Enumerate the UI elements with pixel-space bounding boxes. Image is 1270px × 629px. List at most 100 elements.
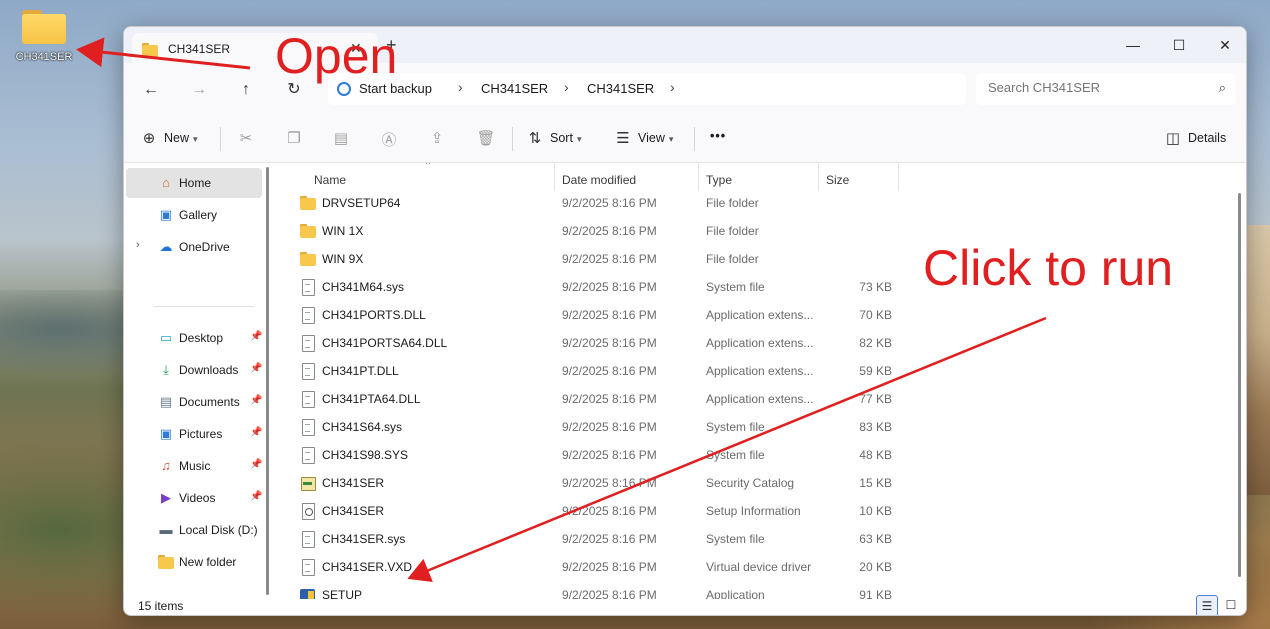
sidebar-item-label: New folder [179, 555, 237, 569]
file-row[interactable]: SETUP 9/2/2025 8:16 PM Application 91 KB [278, 581, 1238, 599]
tiles-view-icon[interactable]: ☐ [1220, 595, 1242, 615]
sidebar-divider [154, 306, 254, 307]
details-view-icon[interactable]: ☰ [1196, 595, 1218, 615]
address-bar[interactable]: Start backup › CH341SER › CH341SER › [328, 73, 966, 105]
pin-icon: 📌 [250, 363, 263, 374]
sidebar-item-label: Videos [179, 491, 216, 505]
sidebar-scrollbar[interactable] [264, 163, 272, 599]
breadcrumb-ch341ser-1[interactable]: CH341SER [481, 81, 548, 96]
file-row[interactable]: CH341SER 9/2/2025 8:16 PM Setup Informatio… [278, 497, 1238, 525]
toolbar-divider [220, 127, 221, 151]
sidebar-item-videos[interactable]: ▶ Videos 📌 [126, 483, 262, 513]
delete-icon[interactable]: 🗑 [476, 129, 496, 147]
sidebar-item-music[interactable]: ♫ Music 📌 [126, 451, 262, 481]
sort-button[interactable]: ⇅ Sort ▾ [526, 129, 582, 147]
folder-icon [22, 10, 66, 44]
sidebar-item-onedrive[interactable]: › ☁ OneDrive [126, 232, 262, 262]
file-row[interactable]: CH341PT.DLL 9/2/2025 8:16 PM Application e… [278, 357, 1238, 385]
sidebar-item-new-folder[interactable]: New folder [126, 547, 262, 577]
column-header-type[interactable]: Type [706, 173, 732, 187]
column-header-name[interactable]: Name [314, 173, 346, 187]
file-row[interactable]: CH341SER 9/2/2025 8:16 PM Security Catalog… [278, 469, 1238, 497]
file-row[interactable]: CH341SER.sys 9/2/2025 8:16 PM System file 6… [278, 525, 1238, 553]
up-arrow-icon[interactable]: ↑ [233, 77, 259, 103]
column-header-date[interactable]: Date modified [562, 173, 636, 187]
copy-icon[interactable]: ❐ [284, 129, 304, 147]
folder-icon [158, 554, 174, 570]
search-input[interactable] [988, 80, 1208, 95]
file-name: SETUP [322, 588, 363, 599]
file-row[interactable]: DRVSETUP64 9/2/2025 8:16 PM File folder [278, 189, 1238, 217]
share-icon[interactable]: ⇪ [427, 129, 447, 147]
chevron-down-icon: ▾ [668, 134, 674, 144]
chevron-right-icon[interactable]: › [670, 79, 675, 95]
rename-icon[interactable]: Ⓐ [379, 129, 399, 150]
file-row[interactable]: CH341PORTS.DLL 9/2/2025 8:16 PM Applicatio… [278, 301, 1238, 329]
sidebar-item-gallery[interactable]: ▣ Gallery [126, 200, 262, 230]
sidebar-item-downloads[interactable]: ⤓ Downloads 📌 [126, 355, 262, 385]
search-icon[interactable]: ⌕ [1219, 80, 1226, 96]
sidebar-item-documents[interactable]: ▤ Documents 📌 [126, 387, 263, 417]
file-name: CH341SER [322, 476, 385, 490]
details-pane-button[interactable]: ◫ Details [1164, 129, 1226, 147]
column-header-size[interactable]: Size [826, 173, 849, 187]
file-row[interactable]: CH341S64.sys 9/2/2025 8:16 PM System file 8… [278, 413, 1238, 441]
annotation-click-to-run: Click to run [923, 240, 1174, 296]
pin-icon: 📌 [250, 395, 263, 406]
column-divider[interactable] [818, 163, 819, 191]
file-type: System file [706, 280, 765, 294]
security-catalog-icon [300, 475, 316, 491]
sidebar-item-label: Music [179, 459, 211, 473]
sidebar-item-local-disk-d[interactable]: ▬ Local Disk (D:) [126, 515, 262, 545]
music-icon: ♫ [161, 458, 171, 473]
file-row[interactable]: CH341SER.VXD 9/2/2025 8:16 PM Virtual devi… [278, 553, 1238, 581]
file-list-scrollbar[interactable] [1236, 193, 1244, 593]
desktop-folder-label: CH341SER [15, 51, 73, 63]
paste-icon[interactable]: ▤ [331, 129, 351, 147]
minimize-button[interactable]: — [1110, 31, 1156, 59]
sidebar-item-label: Documents [179, 395, 240, 409]
file-size: 59 KB [859, 364, 892, 378]
file-date: 9/2/2025 8:16 PM [562, 504, 657, 518]
sidebar-item-home[interactable]: ⌂ Home [126, 168, 262, 198]
cut-icon[interactable]: ✂ [236, 129, 256, 147]
breadcrumb-ch341ser-2[interactable]: CH341SER [587, 81, 654, 96]
file-size: 91 KB [859, 588, 892, 599]
forward-arrow-icon[interactable]: → [186, 77, 212, 103]
more-options-button[interactable]: ••• [710, 129, 726, 143]
application-icon [300, 587, 316, 599]
file-name: CH341SER [322, 504, 385, 518]
column-divider[interactable] [554, 163, 555, 191]
chevron-right-icon[interactable]: › [458, 79, 463, 95]
file-type: Application extens... [706, 364, 814, 378]
view-button[interactable]: ☰ View ▾ [614, 129, 673, 147]
file-icon [300, 419, 316, 436]
desktop-folder-ch341ser[interactable]: CH341SER [14, 10, 74, 63]
column-divider[interactable] [898, 163, 899, 191]
column-divider[interactable] [698, 163, 699, 191]
close-button[interactable]: ✕ [1202, 31, 1246, 59]
command-bar: ⊕ New ▾ ✂ ❐ ▤ Ⓐ ⇪ 🗑 ⇅ Sort ▾ ☰ View ▾ ••• ◫ Det… [124, 115, 1246, 163]
file-type: Virtual device driver [706, 560, 812, 574]
annotation-open: Open [275, 28, 398, 84]
file-type: System file [706, 420, 765, 434]
folder-icon [300, 251, 316, 267]
chevron-right-icon[interactable]: › [136, 239, 140, 251]
sidebar-item-pictures[interactable]: ▣ Pictures 📌 [126, 419, 263, 449]
gallery-icon: ▣ [159, 207, 173, 222]
file-size: 20 KB [859, 560, 892, 574]
home-icon: ⌂ [162, 175, 170, 190]
sidebar-item-desktop[interactable]: ▭ Desktop 📌 [126, 323, 263, 353]
file-type: Application extens... [706, 392, 814, 406]
back-arrow-icon[interactable]: ← [138, 77, 164, 103]
file-icon [300, 391, 316, 408]
file-row[interactable]: CH341PORTSA64.DLL 9/2/2025 8:16 PM Applica… [278, 329, 1238, 357]
file-type: Application extens... [706, 308, 814, 322]
maximize-button[interactable]: ☐ [1156, 31, 1202, 59]
search-box[interactable]: ⌕ [976, 73, 1236, 105]
new-button[interactable]: ⊕ New ▾ [140, 129, 198, 147]
file-row[interactable]: CH341PTA64.DLL 9/2/2025 8:16 PM Applicatio… [278, 385, 1238, 413]
drive-icon: ▬ [159, 522, 173, 537]
file-row[interactable]: CH341S98.SYS 9/2/2025 8:16 PM System file 4… [278, 441, 1238, 469]
chevron-right-icon[interactable]: › [564, 79, 569, 95]
